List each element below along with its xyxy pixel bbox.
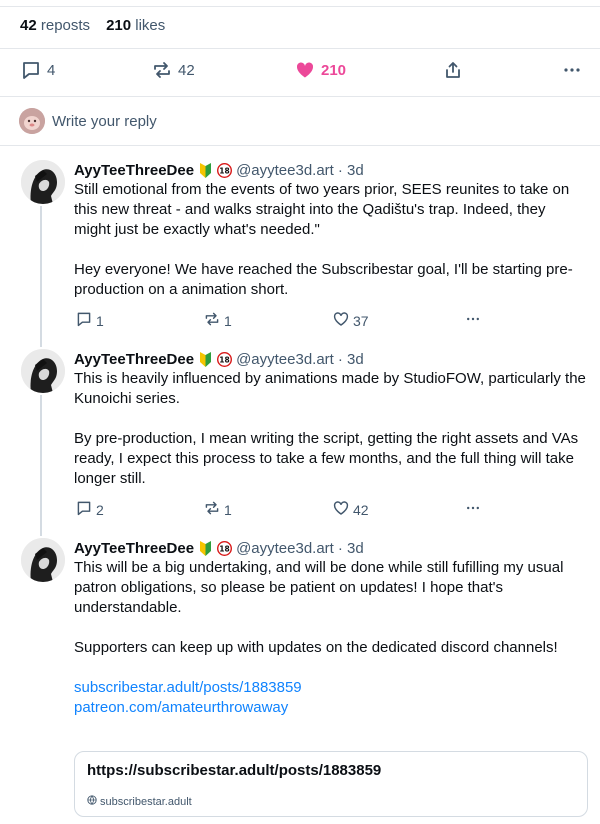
repost-count: 1: [224, 501, 232, 518]
likes-stat[interactable]: 210 likes: [106, 17, 165, 37]
post-paragraph: Supporters can keep up with updates on t…: [74, 639, 558, 656]
repost-button[interactable]: 42: [152, 60, 195, 80]
like-count: 37: [353, 312, 369, 329]
card-domain-text: subscribestar.adult: [100, 795, 192, 808]
svg-text:18: 18: [219, 166, 229, 175]
svg-text:18: 18: [219, 355, 229, 364]
author-handle[interactable]: @ayytee3d.art: [236, 162, 334, 179]
more-icon: [464, 311, 482, 330]
thread-line: [40, 206, 42, 347]
share-icon: [443, 60, 463, 80]
adults-only-icon: 18: [217, 540, 233, 556]
like-button[interactable]: 37: [333, 311, 369, 330]
repost-icon: [204, 500, 220, 519]
author-name[interactable]: AyyTeeThreeDee: [74, 540, 194, 557]
card-title: https://subscribestar.adult/posts/188385…: [87, 762, 382, 779]
reply-icon: [76, 311, 92, 330]
heart-icon: [333, 500, 349, 519]
like-button[interactable]: 210: [295, 60, 346, 80]
reposts-stat[interactable]: 42 reposts: [20, 17, 90, 37]
post-time: · 3d: [337, 539, 364, 557]
post-text: This will be a big undertaking, and will…: [74, 558, 586, 718]
more-icon: [562, 60, 582, 80]
reply-icon: [21, 60, 41, 80]
beginner-leaf-icon: [198, 162, 213, 178]
post-paragraph: This will be a big undertaking, and will…: [74, 559, 564, 616]
like-count: 210: [321, 61, 347, 79]
post-paragraph: This is heavily influenced by animations…: [74, 370, 586, 407]
reply-count: 2: [96, 501, 104, 518]
repost-icon: [152, 60, 172, 80]
author-avatar[interactable]: [21, 538, 65, 582]
beginner-leaf-icon: [198, 351, 213, 367]
card-domain: subscribestar.adult: [87, 795, 192, 808]
author-handle[interactable]: @ayytee3d.art: [236, 351, 334, 368]
post-paragraph: Still emotional from the events of two y…: [74, 181, 570, 238]
stats-divider: [0, 48, 600, 49]
adults-only-icon: 18: [217, 351, 233, 367]
repost-count: 42: [178, 61, 195, 79]
more-options-button[interactable]: [464, 311, 482, 330]
post-time: · 3d: [337, 161, 364, 179]
author-avatar[interactable]: [21, 160, 65, 204]
post-time: · 3d: [337, 350, 364, 368]
post-actions: 2 1 42: [74, 500, 494, 520]
author-name[interactable]: AyyTeeThreeDee: [74, 351, 194, 368]
more-options-button[interactable]: [464, 500, 482, 519]
reply-button[interactable]: 4: [21, 60, 55, 80]
reply-icon: [76, 500, 92, 519]
post-stats: 42 reposts 210 likes: [20, 17, 165, 37]
post-header: AyyTeeThreeDee 18 @ayytee3d.art · 3d: [74, 538, 364, 558]
author-name[interactable]: AyyTeeThreeDee: [74, 162, 194, 179]
repost-icon: [204, 311, 220, 330]
like-button[interactable]: 42: [333, 500, 369, 519]
reply-button[interactable]: 1: [76, 311, 104, 330]
current-user-avatar: [19, 108, 45, 134]
link-preview-card[interactable]: https://subscribestar.adult/posts/188385…: [74, 751, 588, 817]
repost-count: 1: [224, 312, 232, 329]
thread-line: [40, 395, 42, 536]
author-avatar[interactable]: [21, 349, 65, 393]
reply-count: 4: [47, 61, 56, 79]
beginner-leaf-icon: [198, 540, 213, 556]
like-count: 42: [353, 501, 369, 518]
adults-only-icon: 18: [217, 162, 233, 178]
subscribestar-link[interactable]: subscribestar.adult/posts/1883859: [74, 678, 586, 698]
repost-button[interactable]: 1: [204, 311, 232, 330]
main-action-row: 4 42 210: [0, 52, 600, 92]
share-button[interactable]: [443, 60, 463, 80]
heart-icon: [333, 311, 349, 330]
more-options-button[interactable]: [562, 60, 582, 80]
reply-divider: [0, 145, 600, 146]
svg-text:18: 18: [219, 544, 229, 553]
top-divider: [0, 6, 600, 7]
patreon-link[interactable]: patreon.com/amateurthrowaway: [74, 698, 586, 718]
repost-button[interactable]: 1: [204, 500, 232, 519]
post-header: AyyTeeThreeDee 18 @ayytee3d.art · 3d: [74, 349, 364, 369]
post-text: This is heavily influenced by animations…: [74, 369, 586, 489]
reply-placeholder: Write your reply: [52, 113, 157, 130]
heart-filled-icon: [295, 60, 315, 80]
reply-count: 1: [96, 312, 104, 329]
post-paragraph: By pre-production, I mean writing the sc…: [74, 430, 579, 487]
author-handle[interactable]: @ayytee3d.art: [236, 540, 334, 557]
post-actions: 1 1 37: [74, 311, 494, 331]
reply-composer[interactable]: Write your reply: [0, 97, 600, 145]
reply-button[interactable]: 2: [76, 500, 104, 519]
post-paragraph: Hey everyone! We have reached the Subscr…: [74, 261, 573, 298]
globe-icon: [87, 795, 97, 808]
more-icon: [464, 500, 482, 519]
post-text: Still emotional from the events of two y…: [74, 180, 586, 300]
post-header: AyyTeeThreeDee 18 @ayytee3d.art · 3d: [74, 160, 364, 180]
